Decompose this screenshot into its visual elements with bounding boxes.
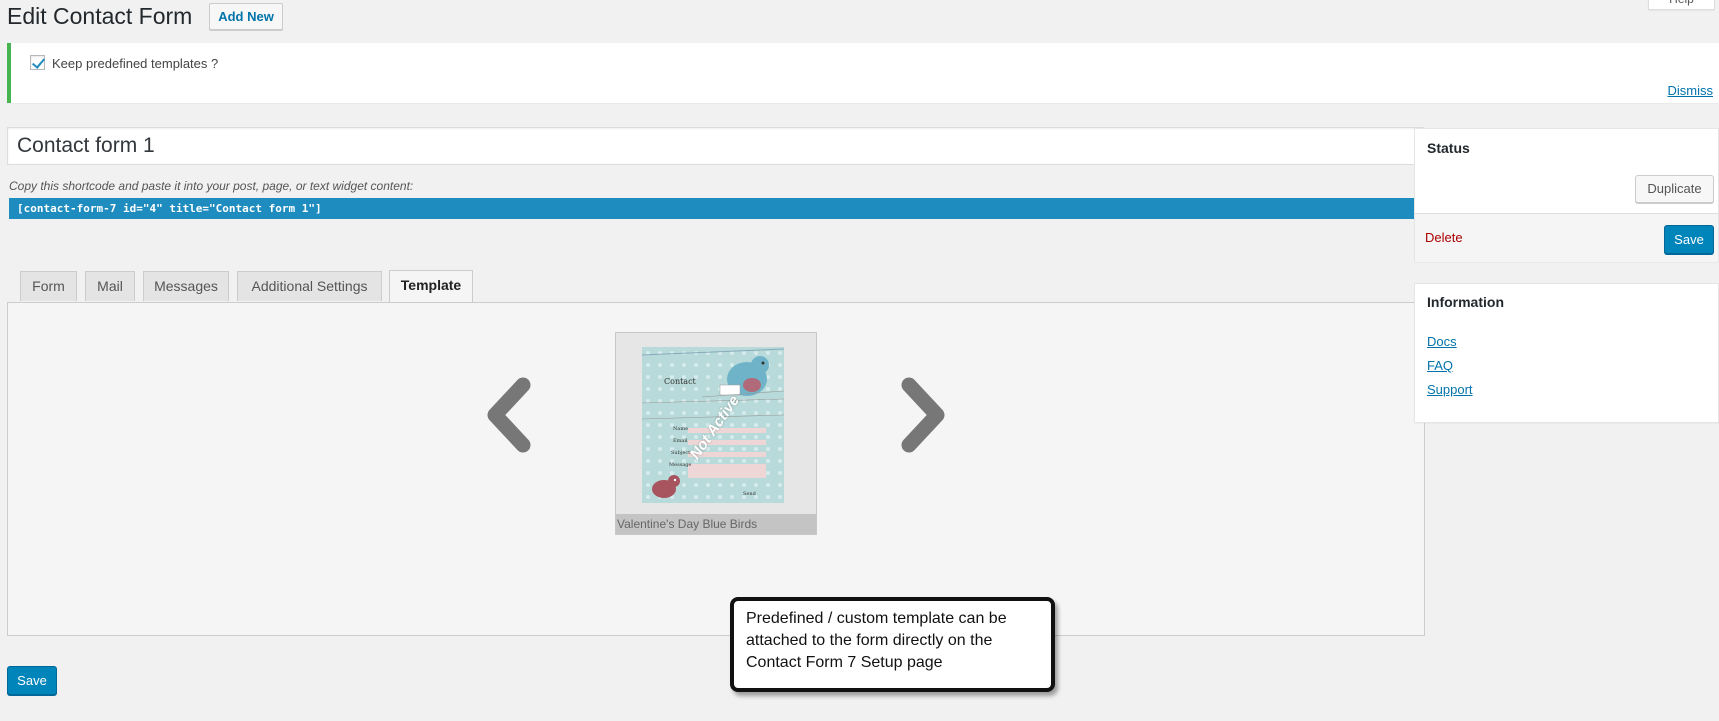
template-preview-field-label: Email (673, 438, 688, 444)
dismiss-link[interactable]: Dismiss (1668, 83, 1714, 98)
tab-template[interactable]: Template (389, 270, 473, 302)
add-new-button[interactable]: Add New (209, 3, 283, 30)
page-title: Edit Contact Form (7, 3, 193, 29)
annotation-callout: Predefined / custom template can be atta… (730, 597, 1055, 692)
sidebar-save-button[interactable]: Save (1664, 225, 1714, 254)
template-preview-field-label: Name (673, 426, 689, 432)
support-link[interactable]: Support (1427, 382, 1473, 397)
keep-templates-checkbox[interactable] (30, 55, 45, 70)
template-preview-send: Send (743, 491, 756, 497)
keep-templates-label[interactable]: Keep predefined templates ? (52, 56, 218, 71)
shortcode-hint: Copy this shortcode and paste it into yo… (9, 179, 414, 193)
status-title: Status (1427, 140, 1470, 156)
template-preview-image: Contact Name Email Subject Message Send … (642, 347, 784, 503)
status-box: Status Duplicate Delete Save (1414, 128, 1719, 262)
duplicate-button[interactable]: Duplicate (1635, 175, 1714, 203)
tab-mail[interactable]: Mail (85, 271, 135, 301)
template-preview-field-label: Message (669, 462, 692, 468)
chevron-left-icon[interactable] (481, 375, 541, 455)
save-button[interactable]: Save (7, 666, 57, 695)
delete-link[interactable]: Delete (1425, 230, 1463, 245)
template-preview-heading: Contact (664, 377, 696, 386)
template-thumbnail[interactable]: Contact Name Email Subject Message Send … (615, 332, 817, 535)
faq-link[interactable]: FAQ (1427, 358, 1453, 373)
information-title: Information (1427, 294, 1504, 310)
tab-form[interactable]: Form (20, 271, 77, 301)
chevron-right-icon[interactable] (891, 375, 951, 455)
shortcode-field[interactable]: [contact-form-7 id="4" title="Contact fo… (9, 198, 1424, 219)
information-box: Information Docs FAQ Support (1414, 283, 1719, 423)
status-footer: Delete Save (1415, 213, 1718, 262)
tab-messages[interactable]: Messages (143, 271, 229, 301)
help-tab[interactable]: Help (1648, 0, 1715, 10)
docs-link[interactable]: Docs (1427, 334, 1457, 349)
tab-additional-settings[interactable]: Additional Settings (237, 271, 382, 301)
keep-templates-notice: Keep predefined templates ? Dismiss (7, 43, 1719, 103)
form-title-input[interactable]: Contact form 1 (7, 127, 1424, 165)
template-name: Valentine's Day Blue Birds (616, 514, 816, 534)
